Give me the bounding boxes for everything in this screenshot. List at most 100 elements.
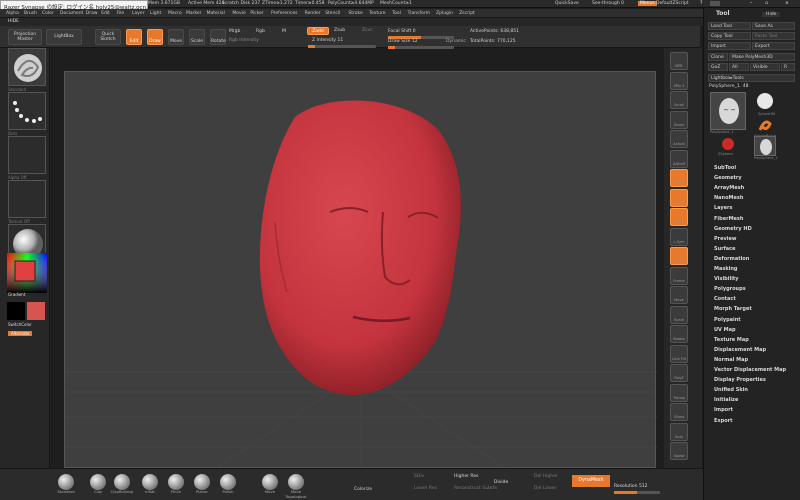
menu-texture[interactable]: Texture xyxy=(369,11,385,16)
edit-button[interactable]: Edit xyxy=(126,29,142,45)
draw-size-track[interactable] xyxy=(388,46,454,49)
z-intensity-slider[interactable]: Z Intensity 11 xyxy=(312,38,343,43)
export-button[interactable]: Export xyxy=(752,42,795,50)
menu-picker[interactable]: Picker xyxy=(250,11,263,16)
draw-button[interactable]: Draw xyxy=(147,29,163,45)
draw-size-slider[interactable]: Draw Size 12 xyxy=(388,39,418,44)
menu-transform[interactable]: Transform xyxy=(408,11,430,16)
subpalette-masking[interactable]: Masking xyxy=(714,266,738,272)
subpalette-nanomesh[interactable]: NanoMesh xyxy=(714,195,743,201)
resolution-track[interactable] xyxy=(614,491,660,494)
gradient-toggle[interactable]: Gradient xyxy=(8,292,25,297)
brush-polish-icon[interactable] xyxy=(220,474,236,490)
layout-icon[interactable] xyxy=(710,1,720,6)
minimize-icon[interactable]: – xyxy=(750,1,752,6)
menu-light[interactable]: Light xyxy=(150,11,161,16)
reconstruct-subdiv-button[interactable]: Reconstruct Subdiv xyxy=(454,486,498,491)
subpalette-display-properties[interactable]: Display Properties xyxy=(714,377,766,383)
subpalette-import[interactable]: Import xyxy=(714,407,733,413)
paste-tool-button[interactable]: Paste Tool xyxy=(752,32,795,40)
sphere3d-thumb[interactable] xyxy=(754,92,776,112)
m-toggle[interactable]: M xyxy=(282,29,286,34)
sdiv-slider[interactable]: SDiv xyxy=(414,474,424,479)
subpalette-export[interactable]: Export xyxy=(714,418,733,424)
move-button[interactable]: Move xyxy=(168,29,184,45)
menu-marker[interactable]: Marker xyxy=(186,11,202,16)
subpalette-normal-map[interactable]: Normal Map xyxy=(714,357,748,363)
divide-button[interactable]: Divide xyxy=(494,480,508,485)
texture-thumb[interactable] xyxy=(8,180,46,218)
r-button[interactable]: R xyxy=(781,63,795,71)
goz-button[interactable]: GoZ xyxy=(708,63,728,71)
subpalette-fibermesh[interactable]: FiberMesh xyxy=(714,216,743,222)
menu-edit[interactable]: Edit xyxy=(101,11,110,16)
focal-shift-slider[interactable]: Focal Shift 0 xyxy=(388,29,416,34)
subpalette-deformation[interactable]: Deformation xyxy=(714,256,749,262)
polysphere-small-thumb[interactable] xyxy=(754,136,776,156)
lightbox-button[interactable]: LightBox xyxy=(46,29,82,45)
rotate-button[interactable]: Rotate xyxy=(210,29,226,45)
subpalette-arraymesh[interactable]: ArrayMesh xyxy=(714,185,744,191)
subpalette-texture-map[interactable]: Texture Map xyxy=(714,337,749,343)
simplebrush-thumb[interactable] xyxy=(754,118,776,134)
current-tool-thumb[interactable] xyxy=(710,92,746,130)
menus-toggle[interactable]: Menus xyxy=(638,1,657,6)
subpalette-polygroups[interactable]: Polygroups xyxy=(714,286,746,292)
document-canvas[interactable] xyxy=(64,71,657,470)
colorize-button[interactable]: Colorize xyxy=(354,487,372,492)
menu-stencil[interactable]: Stencil xyxy=(325,11,340,16)
menu-stroke[interactable]: Stroke xyxy=(348,11,362,16)
subpalette-contact[interactable]: Contact xyxy=(714,296,736,302)
menu-color[interactable]: Color xyxy=(42,11,54,16)
scale-button[interactable]: Scale xyxy=(189,29,205,45)
mrgb-toggle[interactable]: Mrgb xyxy=(229,29,240,34)
dynamesh-button[interactable]: DynaMesh xyxy=(572,475,610,487)
zadd-toggle[interactable]: Zadd xyxy=(307,27,329,35)
seethrough-slider[interactable]: See-through 0 xyxy=(592,1,624,6)
all-button[interactable]: All xyxy=(729,63,749,71)
hide-palette-button[interactable]: Hide xyxy=(762,12,781,17)
zcut-toggle[interactable]: Zcut xyxy=(362,28,372,33)
higher-res-button[interactable]: Higher Res xyxy=(454,474,478,479)
subpalette-morph-target[interactable]: Morph Target xyxy=(714,306,752,312)
visible-button[interactable]: Visible xyxy=(750,63,780,71)
menu-zplugin[interactable]: Zplugin xyxy=(436,11,453,16)
switch-color-button[interactable]: SwitchColor xyxy=(8,322,32,327)
help-icon[interactable]: ? xyxy=(700,1,702,6)
brush-standard-icon[interactable] xyxy=(58,474,74,490)
menu-tool[interactable]: Tool xyxy=(392,11,401,16)
del-higher-button[interactable]: Del Higher xyxy=(534,474,558,479)
subpalette-geometry-hd[interactable]: Geometry HD xyxy=(714,226,752,232)
subpalette-displacement-map[interactable]: Displacement Map xyxy=(714,347,766,353)
quicksave-button[interactable]: QuickSave xyxy=(555,1,579,6)
projection-master-button[interactable]: Projection Master xyxy=(8,29,42,45)
subpalette-unified-skin[interactable]: Unified Skin xyxy=(714,387,748,393)
import-button[interactable]: Import xyxy=(708,42,751,50)
copy-tool-button[interactable]: Copy Tool xyxy=(708,32,751,40)
lightbox-tools-button[interactable]: Lightbox▸Tools xyxy=(708,74,795,82)
subpalette-surface[interactable]: Surface xyxy=(714,246,736,252)
menu-zscript[interactable]: Zscript xyxy=(459,11,475,16)
subpalette-polypaint[interactable]: Polypaint xyxy=(714,317,741,323)
rgb-toggle[interactable]: Rgb xyxy=(256,29,265,34)
subpalette-uv-map[interactable]: UV Map xyxy=(714,327,736,333)
menu-layer[interactable]: Layer xyxy=(132,11,145,16)
rgb-intensity-slider[interactable]: Rgb Intensity xyxy=(229,38,259,43)
stroke-dots-thumb[interactable] xyxy=(8,92,46,130)
z-intensity-track[interactable] xyxy=(308,45,376,48)
menu-file[interactable]: File xyxy=(117,11,125,16)
menu-macro[interactable]: Macro xyxy=(168,11,182,16)
brush-inflat-icon[interactable] xyxy=(142,474,158,490)
zsub-toggle[interactable]: Zsub xyxy=(334,28,345,33)
clone-button[interactable]: Clone xyxy=(708,53,728,61)
subpalette-preview[interactable]: Preview xyxy=(714,236,737,242)
zsphere-thumb[interactable] xyxy=(718,136,738,152)
brush-standard-thumb[interactable] xyxy=(8,48,46,86)
save-as-button[interactable]: Save As xyxy=(752,22,795,30)
color-picker[interactable] xyxy=(7,253,47,293)
menu-render[interactable]: Render xyxy=(305,11,321,16)
subpalette-subtool[interactable]: SubTool xyxy=(714,165,736,171)
restore-icon[interactable]: ▫ xyxy=(765,1,768,6)
secondary-color-swatch[interactable] xyxy=(7,302,25,320)
sculpted-head[interactable] xyxy=(259,100,461,396)
